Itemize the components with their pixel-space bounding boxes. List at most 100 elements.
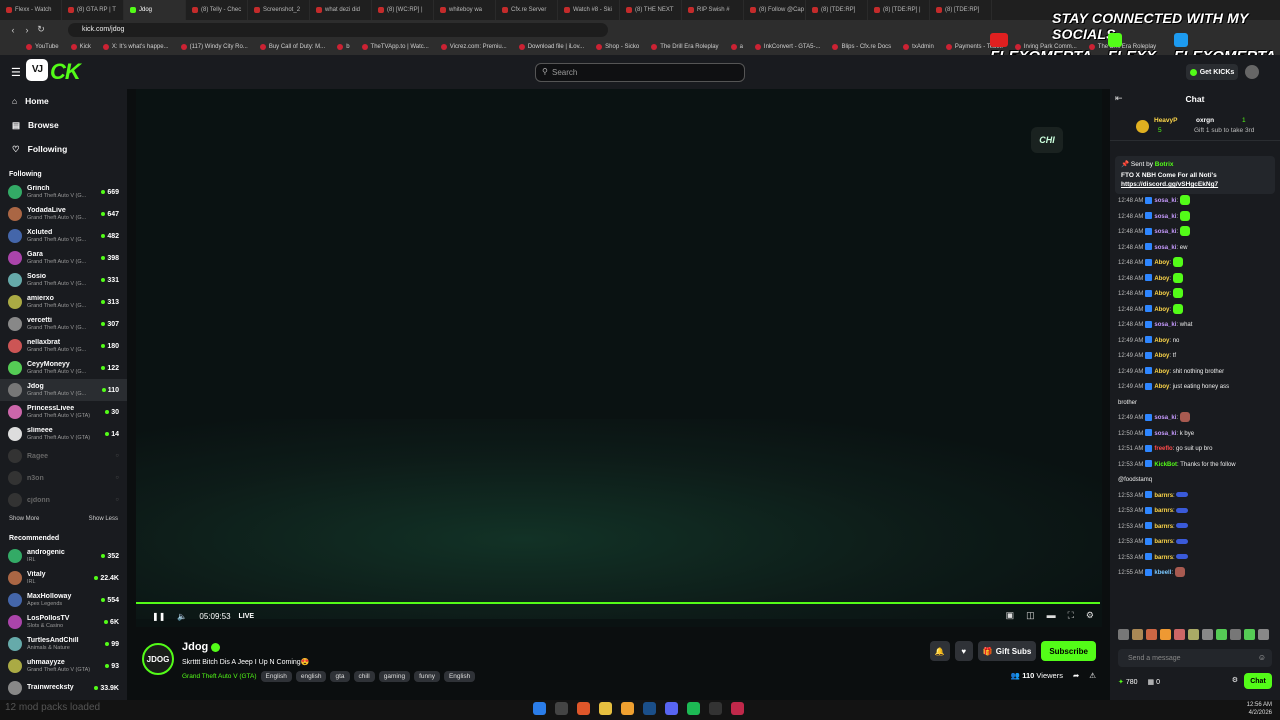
browser-tab[interactable]: (8) Telly - Chec [186,0,248,20]
offline-channel-item[interactable]: Ragee ○ [0,445,127,467]
bookmark-item[interactable]: InkConvert - GTA5-... [754,44,820,50]
bookmark-item[interactable]: The Drill Era Roleplay [651,44,719,50]
bookmark-item[interactable]: X: It's what's happe... [102,44,169,50]
browser-tab[interactable]: Watch #8 - Ski [558,0,620,20]
message-username[interactable]: kbeell [1154,570,1171,576]
app-icon[interactable] [621,702,634,715]
category-link[interactable]: Grand Theft Auto V (GTA) [182,671,257,682]
bookmark-item[interactable]: TheTVApp.to | Watc... [361,44,429,50]
emote-picker-icon[interactable] [1146,629,1157,640]
sidebar-nav-following[interactable]: ♡ Following [0,137,127,161]
bookmark-item[interactable]: a [730,44,743,50]
browser-tab[interactable]: (8) GTA RP | T [62,0,124,20]
channel-item[interactable]: MaxHolloway Apex Legends 554 [0,589,127,611]
playback-progress[interactable] [136,602,1100,604]
emote-picker-icon[interactable] [1216,629,1227,640]
message-username[interactable]: Aboy [1154,384,1169,390]
settings-icon[interactable]: ⚙ [1086,610,1094,621]
bookmark-item[interactable]: b [337,44,350,50]
start-icon[interactable] [533,702,546,715]
bookmark-item[interactable]: Vicrez.com: Premiu... [440,44,507,50]
bookmark-item[interactable]: Blips - Cfx.re Docs [832,44,891,50]
channel-item[interactable]: vercetti Grand Theft Auto V (G... 307 [0,313,127,335]
browser-tab[interactable]: (8) [TDE:RP] | [868,0,930,20]
channel-item[interactable]: LosPollosTV Slots & Casino 6K [0,611,127,633]
subscribe-button[interactable]: Subscribe [1041,641,1096,661]
terminal-icon[interactable] [709,702,722,715]
channel-item[interactable]: YodadaLive Grand Theft Auto V (G... 647 [0,203,127,225]
channel-item[interactable]: Sosio Grand Theft Auto V (G... 331 [0,269,127,291]
message-username[interactable]: sosa_ki [1154,415,1176,421]
show-less-button[interactable]: Show Less [89,516,118,522]
browser-tab[interactable]: (8) [WC:RP] | [372,0,434,20]
stream-tag[interactable]: English [260,671,292,682]
browser-tab[interactable]: (8) THE NEXT [620,0,682,20]
reload-icon[interactable]: ↻ [34,24,48,35]
message-username[interactable]: Aboy [1154,260,1169,266]
channel-item[interactable]: androgenic IRL 352 [0,545,127,567]
message-username[interactable]: barnrs [1154,539,1173,545]
emote-picker-icon[interactable] [1202,629,1213,640]
message-username[interactable]: sosa_ki [1154,198,1176,204]
browser-tab[interactable]: (8) [TDE:RP] [930,0,992,20]
bookmark-item[interactable]: Buy Call of Duty: M... [259,44,325,50]
folder-icon[interactable] [599,702,612,715]
kick-logo[interactable]: VJ CK [26,59,81,85]
browser-tab[interactable]: whiteboy wa [434,0,496,20]
chat-send-button[interactable]: Chat [1244,673,1272,689]
message-username[interactable]: sosa_ki [1154,245,1176,251]
taskbar-search-icon[interactable] [555,702,568,715]
emote-picker-icon[interactable] [1188,629,1199,640]
emoji-icon[interactable]: ☺ [1258,653,1266,662]
stream-tag[interactable]: gaming [378,671,411,682]
offline-channel-item[interactable]: cjdonn ○ [0,489,127,511]
search-input[interactable]: ⚲ Search [535,63,745,82]
message-username[interactable]: barnrs [1154,524,1173,530]
channel-item[interactable]: Grinch Grand Theft Auto V (G... 669 [0,181,127,203]
message-username[interactable]: sosa_ki [1154,229,1176,235]
spotify-icon[interactable] [687,702,700,715]
get-kicks-button[interactable]: Get KICKs [1186,64,1238,80]
message-username[interactable]: Aboy [1154,353,1169,359]
channel-item[interactable]: Jdog Grand Theft Auto V (G... 110 [0,379,127,401]
sidebar-nav-home[interactable]: ⌂ Home [0,89,127,113]
stream-tag[interactable]: funny [414,671,440,682]
bookmark-item[interactable]: (117) Windy City Ro... [180,44,248,50]
emote-picker-icon[interactable] [1118,629,1129,640]
bookmark-item[interactable]: Shop - Sicko [596,44,639,50]
volume-icon[interactable]: 🔈 [177,612,187,621]
offline-channel-item[interactable]: n3on ○ [0,467,127,489]
stream-tag[interactable]: english [295,671,327,682]
points-display[interactable]: ✦ 780 [1118,678,1138,686]
channel-item[interactable]: CeyyMoneyy Grand Theft Auto V (G... 122 [0,357,127,379]
brave-icon[interactable] [577,702,590,715]
discord-icon[interactable] [665,702,678,715]
streamer-name[interactable]: Jdog [182,641,208,653]
browser-tab[interactable]: Screenshot_2 [248,0,310,20]
stream-tag[interactable]: chill [353,671,375,682]
browser-tab[interactable]: Flexx - Watch [0,0,62,20]
pin-link[interactable]: https://discord.gg/vSHgcEkNg7 [1121,181,1269,188]
fullscreen-icon[interactable]: ⛶ [1068,610,1074,621]
forward-icon[interactable]: › [20,25,34,35]
gift-subs-button[interactable]: 🎁 Gift Subs [977,641,1037,661]
stream-tag[interactable]: gta [330,671,350,682]
channel-item[interactable]: slimeee Grand Theft Auto V (GTA) 14 [0,423,127,445]
browser-tab[interactable]: Jdog [124,0,186,20]
bookmark-item[interactable]: Kick [70,44,91,50]
channel-item[interactable]: Trainwrecksty 33.9K [0,677,127,699]
message-username[interactable]: Aboy [1154,291,1169,297]
clip-icon[interactable]: ▣ [1006,610,1015,621]
channel-item[interactable]: TurtlesAndChill Animals & Nature 99 [0,633,127,655]
emote-picker-icon[interactable] [1160,629,1171,640]
browser-tab[interactable]: Cfx.re Server [496,0,558,20]
emote-picker-icon[interactable] [1230,629,1241,640]
message-username[interactable]: Aboy [1154,369,1169,375]
share-icon[interactable]: ➦ [1073,671,1079,680]
channel-item[interactable]: Gara Grand Theft Auto V (G... 398 [0,247,127,269]
chat-input[interactable]: Send a message ☺ [1118,649,1272,667]
channel-item[interactable]: PrincessLivee Grand Theft Auto V (GTA) 30 [0,401,127,423]
back-icon[interactable]: ‹ [6,25,20,35]
browser-tab[interactable]: (8) Follow @Cap [744,0,806,20]
channel-item[interactable]: amierxo Grand Theft Auto V (G... 313 [0,291,127,313]
